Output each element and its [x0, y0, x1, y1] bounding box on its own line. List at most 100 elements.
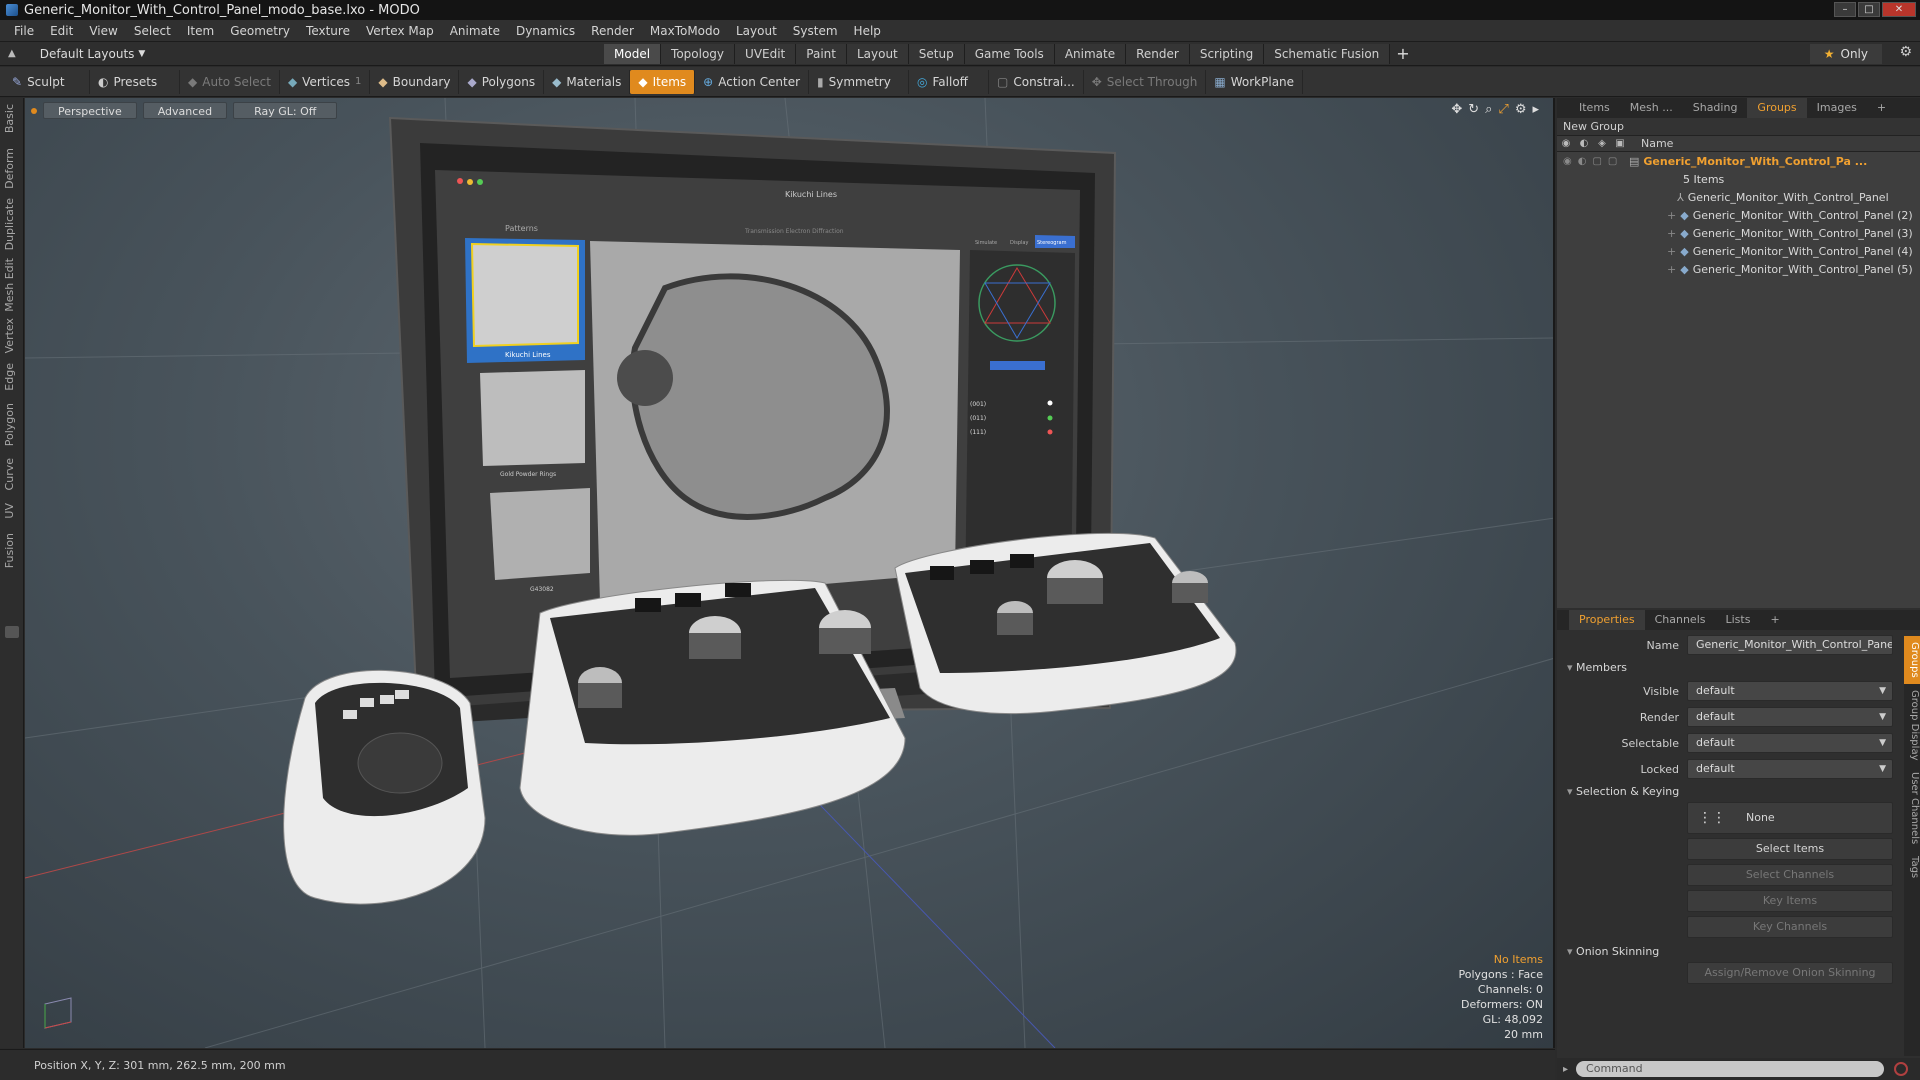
- select-icon[interactable]: ◈: [1593, 138, 1611, 149]
- list-item[interactable]: ◉ ◐ ▢ ▢ ▤ Generic_Monitor_With_Control_Pa .…: [1557, 152, 1920, 170]
- strip-tab-curve[interactable]: Curve: [3, 458, 16, 490]
- select-channels-button[interactable]: Select Channels: [1687, 864, 1893, 886]
- column-name[interactable]: Name: [1641, 137, 1673, 150]
- menu-vertex-map[interactable]: Vertex Map: [358, 20, 442, 42]
- strip-tab-deform[interactable]: Deform: [3, 148, 16, 189]
- default-layouts-dropdown[interactable]: Default Layouts ▼: [26, 47, 146, 61]
- tab-groups[interactable]: Groups: [1747, 98, 1807, 118]
- menu-geometry[interactable]: Geometry: [222, 20, 298, 42]
- constraints-button[interactable]: ▢ Constrai...: [989, 69, 1084, 94]
- tab-properties[interactable]: Properties: [1569, 610, 1645, 630]
- list-item[interactable]: ⅄ Generic_Monitor_With_Control_Panel: [1557, 188, 1920, 206]
- 3d-viewport[interactable]: Perspective Advanced Ray GL: Off ✥ ↻ ⌕ ⤢…: [25, 98, 1555, 1048]
- expand-icon[interactable]: +: [1667, 209, 1676, 222]
- list-item[interactable]: + ◆ Generic_Monitor_With_Control_Panel (…: [1557, 260, 1920, 278]
- select-items-button[interactable]: Select Items: [1687, 838, 1893, 860]
- name-field[interactable]: Generic_Monitor_With_Control_Panel (6: [1687, 635, 1893, 655]
- tab-render[interactable]: Render: [1126, 44, 1190, 64]
- rotate-icon[interactable]: ↻: [1468, 102, 1479, 117]
- members-section[interactable]: Members: [1557, 658, 1902, 678]
- assign-onion-button[interactable]: Assign/Remove Onion Skinning: [1687, 962, 1893, 984]
- menu-animate[interactable]: Animate: [442, 20, 508, 42]
- expand-icon[interactable]: +: [1667, 245, 1676, 258]
- presets-button[interactable]: ◐ Presets: [90, 69, 180, 94]
- render-dropdown[interactable]: default ▼: [1687, 707, 1893, 727]
- action-center-button[interactable]: ⊕ Action Center: [695, 69, 810, 94]
- menu-render[interactable]: Render: [583, 20, 642, 42]
- symmetry-button[interactable]: ▮ Symmetry: [809, 69, 910, 94]
- list-item[interactable]: + ◆ Generic_Monitor_With_Control_Panel (…: [1557, 242, 1920, 260]
- lock-icon[interactable]: ▢: [1608, 156, 1617, 167]
- fit-icon[interactable]: ⤢: [1498, 102, 1508, 117]
- layout-up-icon[interactable]: ▲: [8, 48, 16, 59]
- selectable-dropdown[interactable]: default ▼: [1687, 733, 1893, 753]
- new-group-button[interactable]: New Group: [1557, 118, 1920, 136]
- strip-tab-fusion[interactable]: Fusion: [3, 533, 16, 568]
- add-panel-tab-button[interactable]: +: [1867, 98, 1896, 118]
- none-button[interactable]: ⋮⋮ None: [1687, 802, 1893, 834]
- vtab-user-channels[interactable]: User Channels: [1904, 766, 1920, 850]
- tab-model[interactable]: Model: [604, 44, 662, 64]
- selection-keying-section[interactable]: Selection & Keying: [1557, 782, 1902, 802]
- boundary-button[interactable]: ◆ Boundary: [370, 69, 460, 94]
- vertices-button[interactable]: ◆ Vertices 1: [280, 69, 371, 94]
- polygons-button[interactable]: ◆ Polygons: [459, 69, 545, 94]
- add-properties-tab-button[interactable]: +: [1760, 610, 1789, 630]
- tab-shading[interactable]: Shading: [1683, 98, 1748, 118]
- strip-tab-vertex[interactable]: Vertex: [3, 318, 16, 353]
- strip-tab-duplicate[interactable]: Duplicate: [3, 198, 16, 250]
- pan-icon[interactable]: ✥: [1451, 102, 1462, 117]
- viewport-settings-icon[interactable]: ⚙: [1515, 102, 1527, 117]
- menu-maxtomodo[interactable]: MaxToModo: [642, 20, 728, 42]
- visible-dropdown[interactable]: default ▼: [1687, 681, 1893, 701]
- menu-file[interactable]: File: [6, 20, 42, 42]
- render-icon[interactable]: ◐: [1578, 156, 1587, 167]
- onion-skinning-section[interactable]: Onion Skinning: [1557, 942, 1902, 962]
- strip-tab-uv[interactable]: UV: [3, 503, 16, 519]
- strip-tab-edge[interactable]: Edge: [3, 363, 16, 391]
- tab-schematic-fusion[interactable]: Schematic Fusion: [1264, 44, 1391, 64]
- zoom-icon[interactable]: ⌕: [1485, 102, 1492, 117]
- falloff-button[interactable]: ◎ Falloff: [909, 69, 990, 94]
- add-tab-button[interactable]: +: [1396, 44, 1409, 64]
- eye-icon[interactable]: ◉: [1557, 138, 1575, 149]
- strip-toggle-icon[interactable]: [5, 626, 19, 638]
- tab-items[interactable]: Items: [1569, 98, 1620, 118]
- expand-icon[interactable]: +: [1667, 263, 1676, 276]
- command-input[interactable]: Command: [1576, 1061, 1885, 1077]
- viewport-menu-icon[interactable]: ▸: [1532, 102, 1539, 117]
- vtab-group-display[interactable]: Group Display: [1904, 684, 1920, 766]
- tab-animate[interactable]: Animate: [1054, 44, 1127, 64]
- menu-dynamics[interactable]: Dynamics: [508, 20, 583, 42]
- menu-layout[interactable]: Layout: [728, 20, 785, 42]
- tab-mesh[interactable]: Mesh ...: [1620, 98, 1683, 118]
- tab-layout[interactable]: Layout: [846, 44, 909, 64]
- key-items-button[interactable]: Key Items: [1687, 890, 1893, 912]
- strip-tab-basic[interactable]: Basic: [3, 104, 16, 133]
- tab-channels[interactable]: Channels: [1645, 610, 1716, 630]
- tab-images[interactable]: Images: [1807, 98, 1867, 118]
- workplane-button[interactable]: ▦ WorkPlane: [1206, 69, 1304, 94]
- vtab-tags[interactable]: Tags: [1904, 850, 1920, 884]
- strip-tab-mesh-edit[interactable]: Mesh Edit: [3, 258, 16, 312]
- key-channels-button[interactable]: Key Channels: [1687, 916, 1893, 938]
- tab-setup[interactable]: Setup: [908, 44, 965, 64]
- menu-view[interactable]: View: [81, 20, 125, 42]
- eye-icon[interactable]: ◉: [1563, 156, 1572, 167]
- minimize-button[interactable]: –: [1834, 2, 1856, 17]
- lock-icon[interactable]: ▣: [1611, 138, 1629, 149]
- menu-edit[interactable]: Edit: [42, 20, 81, 42]
- tab-game-tools[interactable]: Game Tools: [964, 44, 1055, 64]
- render-icon[interactable]: ◐: [1575, 138, 1593, 149]
- tab-uvedit[interactable]: UVEdit: [735, 44, 797, 64]
- menu-item[interactable]: Item: [179, 20, 222, 42]
- only-button[interactable]: ★ Only: [1809, 44, 1882, 64]
- gear-icon[interactable]: ⚙: [1899, 44, 1912, 60]
- auto-select-button[interactable]: ◆ Auto Select: [180, 69, 280, 94]
- list-item[interactable]: + ◆ Generic_Monitor_With_Control_Panel (…: [1557, 206, 1920, 224]
- menu-help[interactable]: Help: [846, 20, 889, 42]
- strip-tab-polygon[interactable]: Polygon: [3, 403, 16, 446]
- vtab-groups[interactable]: Groups: [1904, 636, 1920, 684]
- expand-icon[interactable]: +: [1667, 227, 1676, 240]
- select-through-button[interactable]: ✥ Select Through: [1084, 69, 1207, 94]
